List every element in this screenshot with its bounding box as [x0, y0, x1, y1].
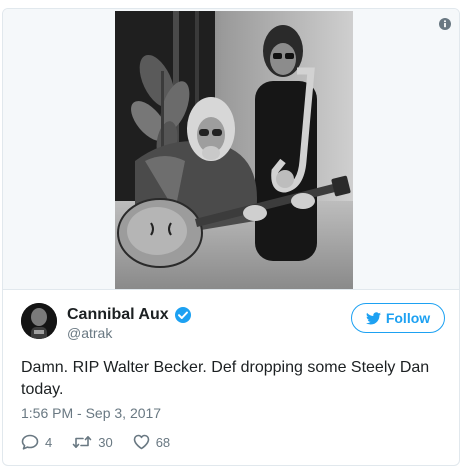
- tweet-photo[interactable]: [115, 11, 353, 289]
- retweet-action[interactable]: 30: [72, 434, 113, 450]
- info-circle-icon[interactable]: [439, 18, 451, 30]
- twitter-bird-icon: [365, 311, 381, 324]
- retweet-count: 30: [98, 434, 113, 450]
- reply-action[interactable]: 4: [21, 434, 52, 450]
- reply-count: 4: [45, 434, 53, 450]
- tweet-timestamp[interactable]: 1:56 PM - Sep 3, 2017: [21, 405, 161, 421]
- reply-icon: [21, 434, 39, 450]
- tweet-media[interactable]: [3, 9, 459, 290]
- tweet-text: Damn. RIP Walter Becker. Def dropping so…: [21, 359, 430, 398]
- verified-badge-icon: [175, 307, 191, 323]
- tweet-card: Cannibal Aux @atrak Follow Damn. RIP Wal…: [2, 8, 460, 466]
- avatar[interactable]: [21, 303, 57, 339]
- user-name[interactable]: Cannibal Aux: [67, 306, 169, 324]
- follow-button[interactable]: Follow: [351, 303, 445, 333]
- follow-label: Follow: [385, 310, 431, 326]
- like-count: 68: [155, 434, 171, 450]
- retweet-icon: [72, 436, 92, 448]
- heart-icon: [133, 434, 150, 450]
- like-action[interactable]: 68: [133, 434, 170, 450]
- tweet-header: Cannibal Aux @atrak Follow: [21, 303, 445, 345]
- tweet-actions: 4 30 68: [21, 432, 170, 452]
- user-handle[interactable]: @atrak: [67, 325, 112, 341]
